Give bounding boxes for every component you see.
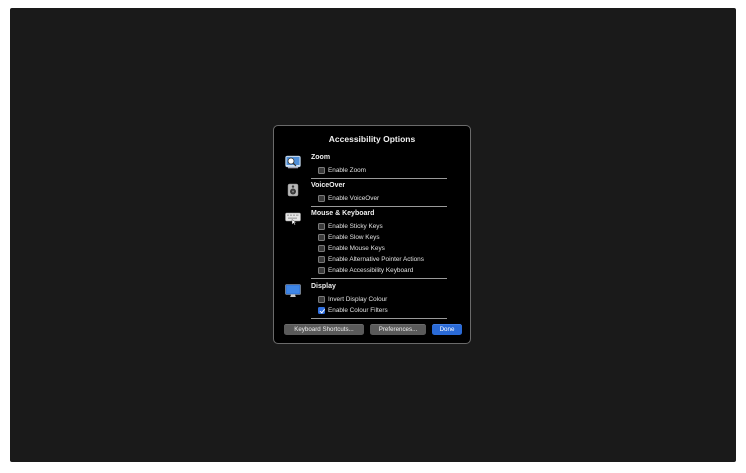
option-label: Enable Zoom: [328, 166, 367, 174]
enable-mouse-keys-checkbox[interactable]: [318, 244, 325, 252]
enable-slow-keys-checkbox[interactable]: [318, 233, 325, 241]
option-label: Enable Accessibility Keyboard: [328, 266, 414, 274]
keyboard-shortcuts-button[interactable]: Keyboard Shortcuts...: [284, 324, 364, 335]
enable-accessibility-keyboard-option[interactable]: Enable Accessibility Keyboard: [318, 265, 413, 275]
mouse-keyboard-heading: Mouse & Keyboard: [311, 210, 375, 217]
voiceover-speaker-icon: [285, 183, 301, 197]
enable-sticky-keys-checkbox[interactable]: [318, 222, 325, 230]
accessibility-options-dialog: Accessibility Options Zoom Enable Zoom V…: [273, 125, 471, 344]
display-monitor-icon: [285, 284, 301, 298]
option-label: Invert Display Colour: [328, 295, 388, 303]
option-label: Enable Mouse Keys: [328, 244, 385, 252]
option-label: Enable Colour Filters: [328, 306, 388, 314]
enable-alternative-pointer-actions-checkbox[interactable]: [318, 255, 325, 263]
enable-zoom-option[interactable]: Enable Zoom: [318, 165, 366, 175]
section-divider: [311, 278, 447, 279]
done-button[interactable]: Done: [432, 324, 462, 335]
enable-zoom-checkbox[interactable]: [318, 166, 325, 174]
option-label: Enable Alternative Pointer Actions: [328, 255, 424, 263]
keyboard-mouse-icon: [285, 211, 301, 225]
enable-accessibility-keyboard-checkbox[interactable]: [318, 266, 325, 274]
invert-display-colour-option[interactable]: Invert Display Colour: [318, 294, 387, 304]
invert-display-colour-checkbox[interactable]: [318, 295, 325, 303]
enable-colour-filters-checkbox[interactable]: [318, 306, 325, 314]
enable-sticky-keys-option[interactable]: Enable Sticky Keys: [318, 221, 383, 231]
enable-colour-filters-option[interactable]: Enable Colour Filters: [318, 305, 388, 315]
dialog-title: Accessibility Options: [328, 134, 416, 144]
display-heading: Display: [311, 283, 336, 290]
enable-voiceover-option[interactable]: Enable VoiceOver: [318, 193, 379, 203]
zoom-heading: Zoom: [311, 154, 331, 161]
zoom-magnifier-icon: [285, 155, 301, 169]
option-label: Enable VoiceOver: [328, 194, 380, 202]
option-label: Enable Slow Keys: [328, 233, 380, 241]
section-divider: [311, 206, 447, 207]
preferences-button[interactable]: Preferences...: [370, 324, 426, 335]
enable-voiceover-checkbox[interactable]: [318, 194, 325, 202]
option-label: Enable Sticky Keys: [328, 222, 383, 230]
section-divider: [311, 178, 447, 179]
voiceover-heading: VoiceOver: [311, 182, 346, 189]
enable-alternative-pointer-actions-option[interactable]: Enable Alternative Pointer Actions: [318, 254, 424, 264]
enable-mouse-keys-option[interactable]: Enable Mouse Keys: [318, 243, 385, 253]
enable-slow-keys-option[interactable]: Enable Slow Keys: [318, 232, 380, 242]
section-divider: [311, 318, 447, 319]
